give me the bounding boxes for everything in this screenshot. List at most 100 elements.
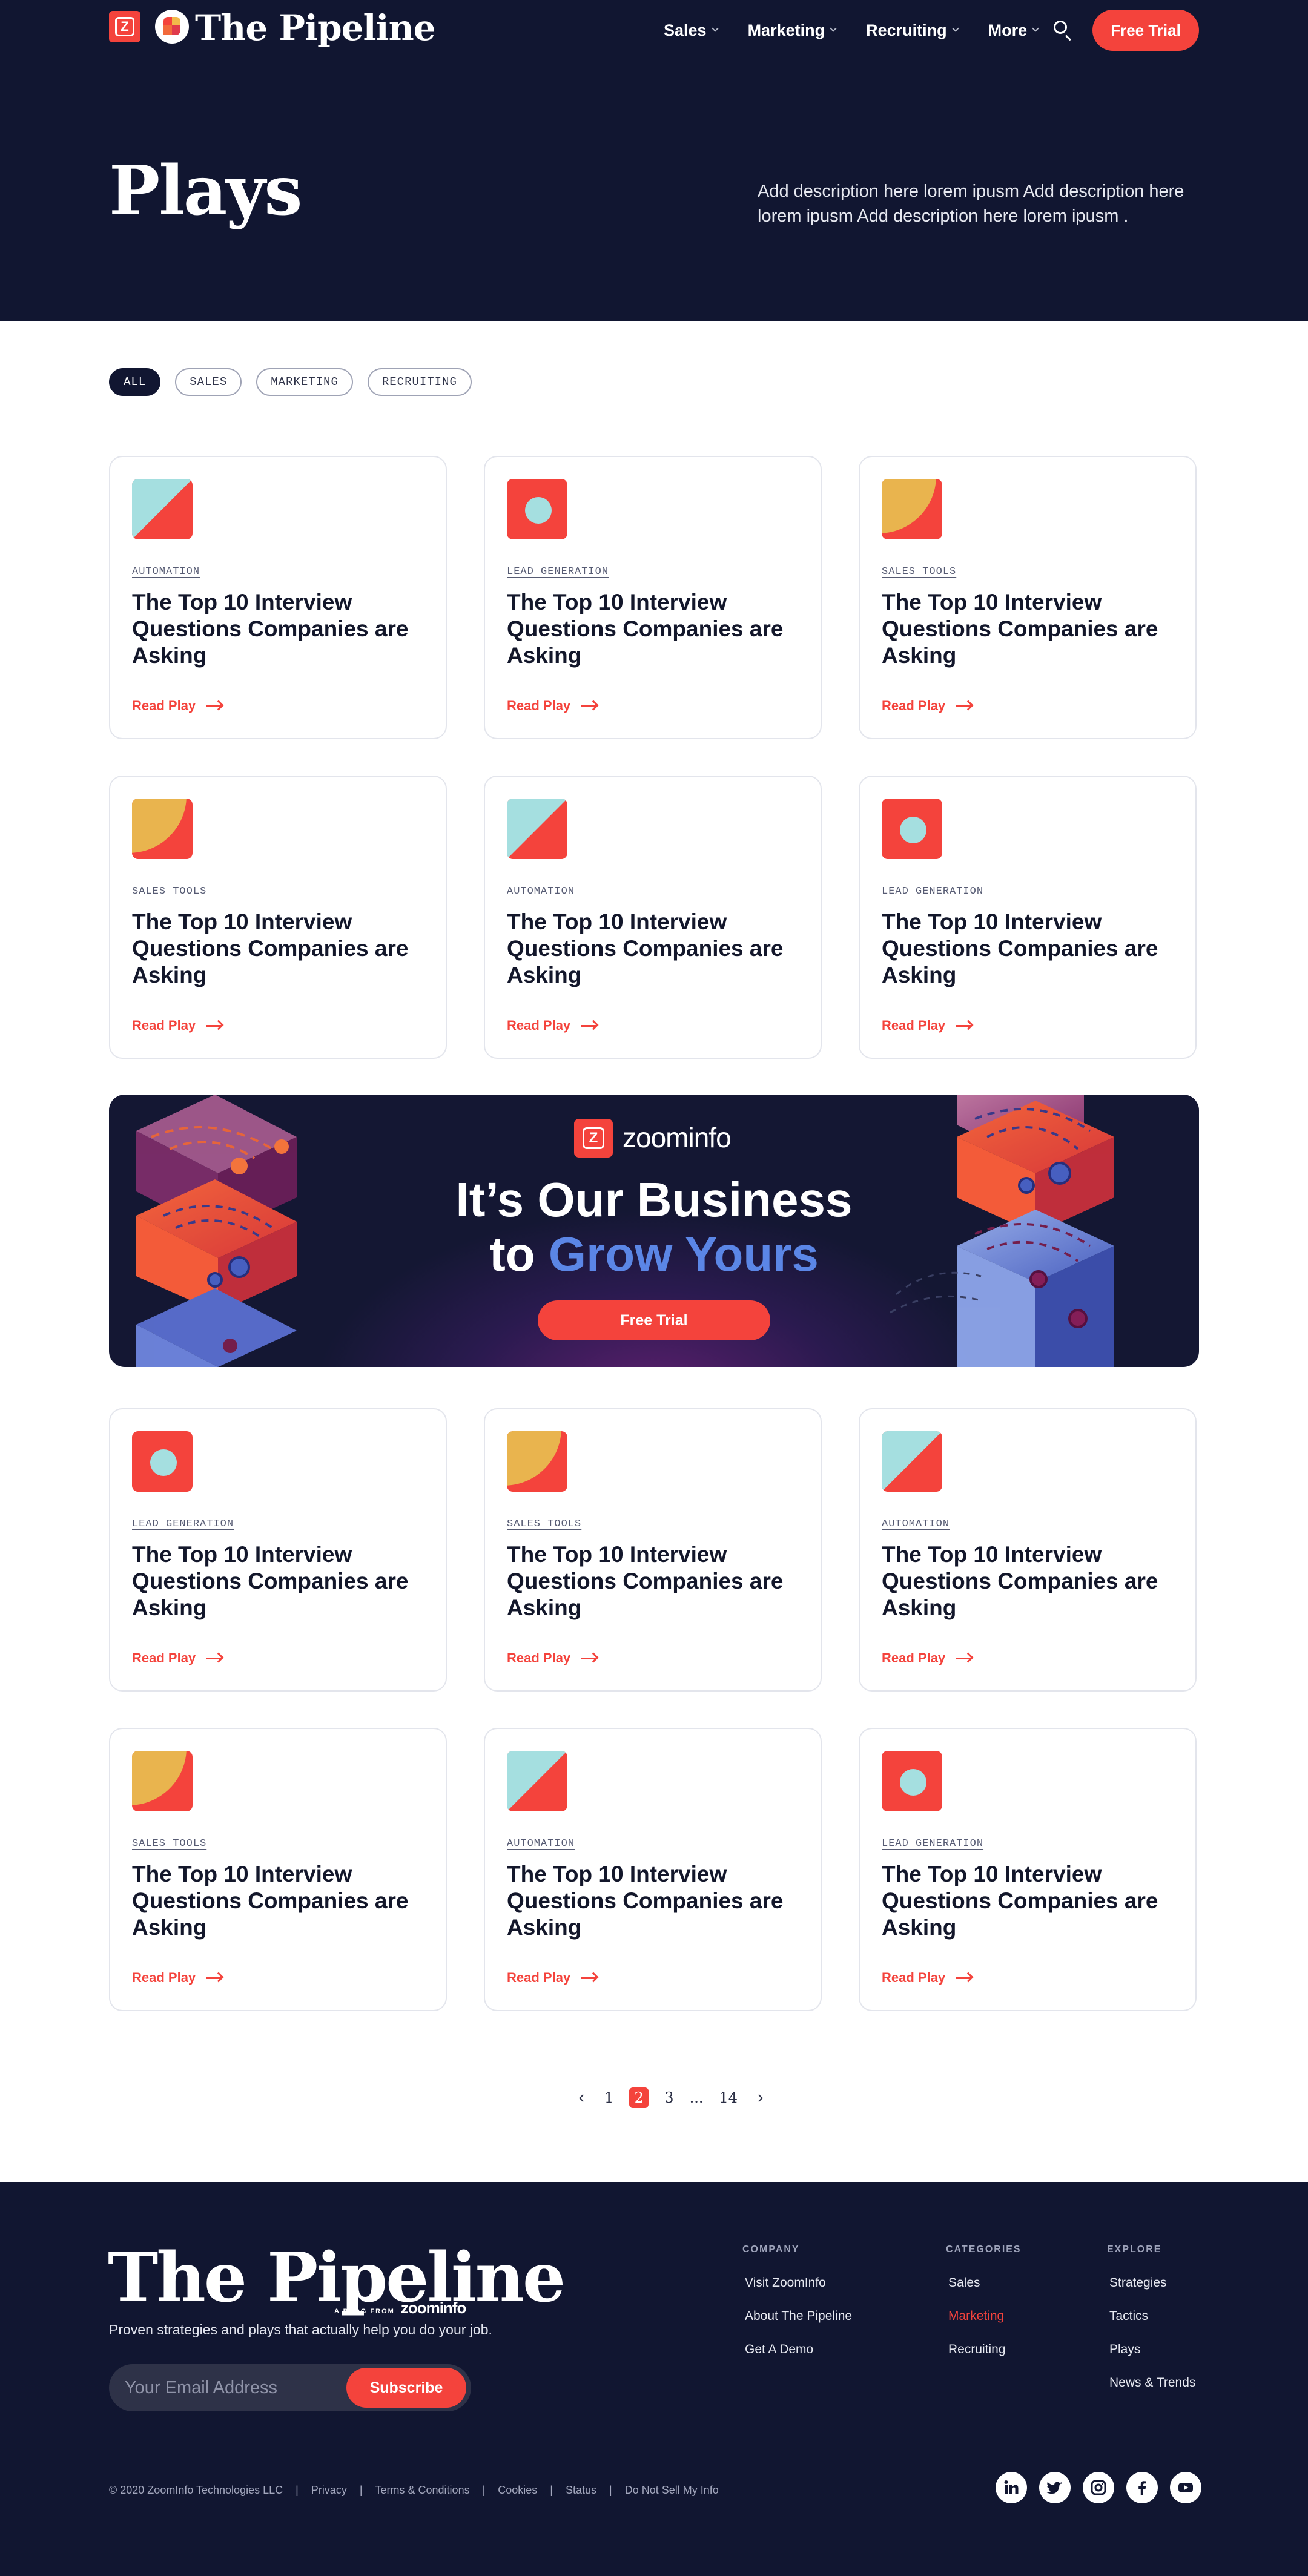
play-card[interactable]: SALES TOOLS The Top 10 Interview Question… xyxy=(109,776,447,1059)
nav-item-recruiting[interactable]: Recruiting xyxy=(866,18,959,42)
read-play-link[interactable]: Read Play xyxy=(882,1018,974,1033)
read-play-link[interactable]: Read Play xyxy=(507,1650,599,1666)
play-category-tag[interactable]: AUTOMATION xyxy=(882,1518,950,1530)
play-card[interactable]: SALES TOOLS The Top 10 Interview Question… xyxy=(109,1728,447,2011)
banner-free-trial-button[interactable]: Free Trial xyxy=(538,1300,770,1340)
play-title[interactable]: The Top 10 Interview Questions Companies… xyxy=(507,589,798,669)
footer-col-heading: CATEGORIES xyxy=(946,2244,1022,2255)
privacy-link[interactable]: Privacy xyxy=(311,2484,347,2497)
read-play-link[interactable]: Read Play xyxy=(507,1970,599,1986)
play-title[interactable]: The Top 10 Interview Questions Companies… xyxy=(132,1861,423,1941)
play-title[interactable]: The Top 10 Interview Questions Companies… xyxy=(507,1541,798,1621)
play-category-tag[interactable]: SALES TOOLS xyxy=(132,1838,206,1850)
page-link[interactable]: 1 xyxy=(604,2089,613,2106)
footer-link[interactable]: Tactics xyxy=(1107,2309,1195,2342)
subscribe-button[interactable]: Subscribe xyxy=(346,2368,466,2408)
read-play-link[interactable]: Read Play xyxy=(132,1970,224,1986)
play-title[interactable]: The Top 10 Interview Questions Companies… xyxy=(132,1541,423,1621)
hero-section: Z The Pipeline Sales Marketing Recruitin… xyxy=(0,0,1308,321)
read-play-link[interactable]: Read Play xyxy=(507,1018,599,1033)
read-play-link[interactable]: Read Play xyxy=(132,1018,224,1033)
zoominfo-logo-icon[interactable]: Z xyxy=(109,11,140,42)
arrow-right-icon xyxy=(581,1020,599,1030)
play-card[interactable]: LEAD GENERATION The Top 10 Interview Ques… xyxy=(859,776,1197,1059)
read-play-link[interactable]: Read Play xyxy=(132,1650,224,1666)
footer-link[interactable]: Visit ZoomInfo xyxy=(742,2276,852,2309)
nav-item-sales[interactable]: Sales xyxy=(664,18,719,42)
zoominfo-logo-icon: Z xyxy=(574,1119,613,1158)
play-title[interactable]: The Top 10 Interview Questions Companies… xyxy=(882,909,1172,989)
top-nav: Z The Pipeline Sales Marketing Recruitin… xyxy=(0,0,1308,61)
footer-link[interactable]: About The Pipeline xyxy=(742,2309,852,2342)
read-play-link[interactable]: Read Play xyxy=(507,698,599,714)
play-card[interactable]: AUTOMATION The Top 10 Interview Questions… xyxy=(109,456,447,739)
play-category-tag[interactable]: AUTOMATION xyxy=(507,1838,575,1850)
footer-link[interactable]: Sales xyxy=(946,2276,1022,2309)
read-play-link[interactable]: Read Play xyxy=(882,1650,974,1666)
play-category-tag[interactable]: AUTOMATION xyxy=(507,886,575,897)
play-title[interactable]: The Top 10 Interview Questions Companies… xyxy=(882,1541,1172,1621)
filter-marketing[interactable]: MARKETING xyxy=(256,368,353,396)
facebook-icon[interactable] xyxy=(1126,2472,1158,2503)
play-card[interactable]: LEAD GENERATION The Top 10 Interview Ques… xyxy=(484,456,822,739)
footer-link-active[interactable]: Marketing xyxy=(946,2309,1022,2342)
play-title[interactable]: The Top 10 Interview Questions Companies… xyxy=(507,909,798,989)
footer-link[interactable]: Get A Demo xyxy=(742,2342,852,2376)
chevron-right-icon[interactable] xyxy=(755,2093,763,2102)
status-link[interactable]: Status xyxy=(566,2484,596,2497)
chevron-left-icon[interactable] xyxy=(579,2093,587,2102)
page-ellipsis: ... xyxy=(689,2089,704,2106)
youtube-icon[interactable] xyxy=(1170,2472,1201,2503)
play-category-tag[interactable]: SALES TOOLS xyxy=(132,886,206,897)
search-icon[interactable] xyxy=(1052,19,1073,41)
play-title[interactable]: The Top 10 Interview Questions Companies… xyxy=(132,589,423,669)
play-card[interactable]: AUTOMATION The Top 10 Interview Questions… xyxy=(484,1728,822,2011)
play-title[interactable]: The Top 10 Interview Questions Companies… xyxy=(882,589,1172,669)
twitter-icon[interactable] xyxy=(1039,2472,1071,2503)
play-card[interactable]: LEAD GENERATION The Top 10 Interview Ques… xyxy=(859,1728,1197,2011)
free-trial-button[interactable]: Free Trial xyxy=(1092,10,1199,51)
filter-all[interactable]: ALL xyxy=(109,368,161,396)
site-brand[interactable]: The Pipeline xyxy=(195,7,436,48)
read-play-link[interactable]: Read Play xyxy=(882,1970,974,1986)
play-thumbnail-icon xyxy=(507,1431,567,1492)
email-field[interactable] xyxy=(125,2371,337,2404)
play-card[interactable]: SALES TOOLS The Top 10 Interview Question… xyxy=(859,456,1197,739)
pipeline-logo-icon[interactable] xyxy=(155,10,189,44)
play-card[interactable]: LEAD GENERATION The Top 10 Interview Ques… xyxy=(109,1408,447,1692)
play-card[interactable]: AUTOMATION The Top 10 Interview Questions… xyxy=(859,1408,1197,1692)
arrow-right-icon xyxy=(581,1972,599,1983)
read-play-link[interactable]: Read Play xyxy=(882,698,974,714)
page-link[interactable]: 3 xyxy=(664,2089,673,2106)
play-title[interactable]: The Top 10 Interview Questions Companies… xyxy=(132,909,423,989)
terms-link[interactable]: Terms & Conditions xyxy=(375,2484,470,2497)
footer-link[interactable]: News & Trends xyxy=(1107,2376,1195,2409)
play-title[interactable]: The Top 10 Interview Questions Companies… xyxy=(882,1861,1172,1941)
read-play-link[interactable]: Read Play xyxy=(132,698,224,714)
page-link-current[interactable]: 2 xyxy=(629,2087,649,2108)
footer-link[interactable]: Plays xyxy=(1107,2342,1195,2376)
nav-item-marketing[interactable]: Marketing xyxy=(748,18,837,42)
page-link[interactable]: 14 xyxy=(719,2089,738,2106)
filter-sales[interactable]: SALES xyxy=(175,368,242,396)
do-not-sell-link[interactable]: Do Not Sell My Info xyxy=(625,2484,719,2497)
cookies-link[interactable]: Cookies xyxy=(498,2484,537,2497)
play-title[interactable]: The Top 10 Interview Questions Companies… xyxy=(507,1861,798,1941)
filter-recruiting[interactable]: RECRUITING xyxy=(367,368,472,396)
play-card[interactable]: SALES TOOLS The Top 10 Interview Question… xyxy=(484,1408,822,1692)
play-category-tag[interactable]: LEAD GENERATION xyxy=(132,1518,234,1530)
nav-item-more[interactable]: More xyxy=(988,18,1039,42)
footer-link[interactable]: Strategies xyxy=(1107,2276,1195,2309)
play-thumbnail-icon xyxy=(882,1431,942,1492)
footer-link[interactable]: Recruiting xyxy=(946,2342,1022,2376)
play-category-tag[interactable]: SALES TOOLS xyxy=(882,566,956,578)
play-category-tag[interactable]: LEAD GENERATION xyxy=(882,886,983,897)
play-card[interactable]: AUTOMATION The Top 10 Interview Questions… xyxy=(484,776,822,1059)
instagram-icon[interactable] xyxy=(1083,2472,1114,2503)
play-category-tag[interactable]: LEAD GENERATION xyxy=(882,1838,983,1850)
play-category-tag[interactable]: SALES TOOLS xyxy=(507,1518,581,1530)
arrow-right-icon xyxy=(581,1652,599,1663)
play-category-tag[interactable]: LEAD GENERATION xyxy=(507,566,609,578)
linkedin-icon[interactable] xyxy=(996,2472,1027,2503)
play-category-tag[interactable]: AUTOMATION xyxy=(132,566,200,578)
